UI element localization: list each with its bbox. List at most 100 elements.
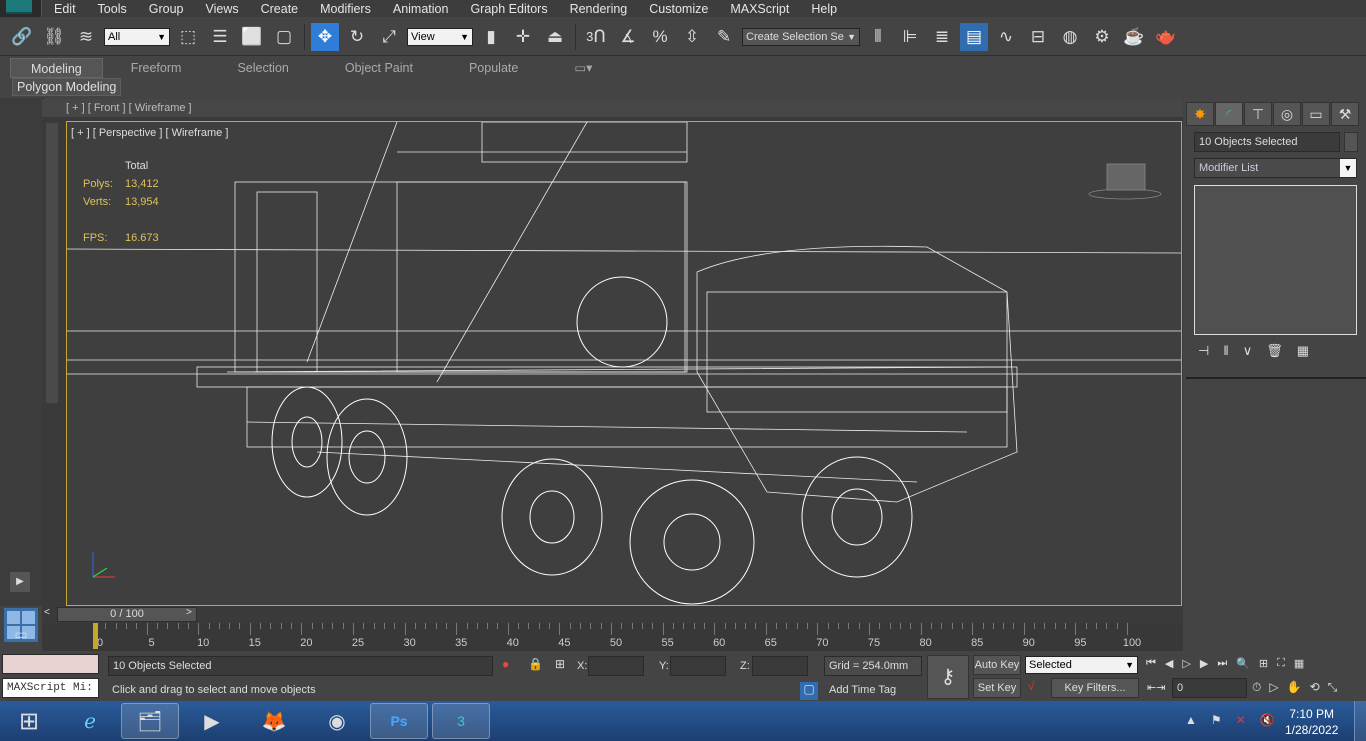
menu-create[interactable]: Create: [250, 2, 310, 16]
percent-snap-icon[interactable]: %: [646, 23, 674, 51]
add-time-tag[interactable]: Add Time Tag: [829, 684, 896, 696]
track-bar[interactable]: 0 5 10 15 20 25 30 35 40 45 50 55 60 65 70 75 80 85 90 95 10…: [42, 623, 1183, 651]
angle-snap-icon[interactable]: ∡: [614, 23, 642, 51]
menu-modifiers[interactable]: Modifiers: [309, 2, 382, 16]
time-slider[interactable]: 0 / 100: [57, 607, 197, 622]
object-name-field[interactable]: 10 Objects Selected: [1194, 132, 1340, 152]
named-selection-dropdown[interactable]: Create Selection Se ▼: [742, 27, 860, 46]
scene-explorer-icon[interactable]: ▤: [960, 22, 988, 51]
configure-modifier-sets-icon[interactable]: ▦: [1297, 343, 1309, 359]
menu-group[interactable]: Group: [138, 2, 195, 16]
volume-muted-icon[interactable]: 🔇: [1260, 713, 1275, 727]
photoshop-icon[interactable]: Ps: [370, 703, 428, 739]
file-explorer-icon[interactable]: 🗂: [121, 703, 179, 739]
absolute-mode-icon[interactable]: ⊞: [555, 657, 565, 671]
key-mode-dropdown[interactable]: Selected ▼: [1025, 656, 1138, 674]
menu-graph-editors[interactable]: Graph Editors: [459, 2, 558, 16]
make-unique-icon[interactable]: ∨: [1243, 343, 1253, 359]
auto-key-button[interactable]: Auto Key: [973, 655, 1021, 675]
maxscript-listener-pink[interactable]: [2, 654, 99, 674]
mirror-icon[interactable]: ⫴: [864, 23, 892, 51]
link-icon[interactable]: 🔗: [8, 23, 36, 51]
tab-selection[interactable]: Selection: [209, 58, 316, 78]
edit-named-selection-icon[interactable]: ✎: [710, 23, 738, 51]
menu-animation[interactable]: Animation: [382, 2, 460, 16]
go-to-end-icon[interactable]: ⏭: [1217, 657, 1227, 670]
key-filters-button[interactable]: Key Filters...: [1051, 678, 1139, 698]
menu-views[interactable]: Views: [194, 2, 249, 16]
menu-help[interactable]: Help: [800, 2, 848, 16]
y-field[interactable]: [670, 656, 726, 676]
set-key-button[interactable]: Set Key: [973, 678, 1021, 698]
chrome-icon[interactable]: ◉: [308, 703, 366, 739]
network-icon[interactable]: ✕: [1236, 713, 1246, 727]
maximize-viewport-icon[interactable]: ⤡: [1328, 680, 1338, 695]
menu-customize[interactable]: Customize: [638, 2, 719, 16]
select-and-move-icon[interactable]: ✥: [311, 22, 339, 51]
modifier-list-dropdown[interactable]: Modifier List ▼: [1194, 158, 1357, 178]
tab-populate[interactable]: Populate: [441, 58, 546, 78]
curve-editor-icon[interactable]: ∿: [992, 23, 1020, 51]
utilities-tab-icon[interactable]: ⚒: [1331, 102, 1359, 126]
object-color-swatch[interactable]: [1344, 132, 1358, 152]
pan-view-icon[interactable]: ✋: [1287, 680, 1302, 695]
align-icon[interactable]: ⊫: [896, 23, 924, 51]
perspective-viewport-label[interactable]: [ + ] [ Perspective ] [ Wireframe ]: [71, 127, 228, 139]
tab-object-paint[interactable]: Object Paint: [317, 58, 441, 78]
material-editor-icon[interactable]: ◍: [1056, 23, 1084, 51]
front-viewport[interactable]: [ + ] [ Front ] [ Wireframe ]: [42, 99, 1182, 117]
menu-tools[interactable]: Tools: [87, 2, 138, 16]
unlink-icon[interactable]: ⛓: [40, 23, 68, 51]
select-manipulate-icon[interactable]: ✛: [509, 23, 537, 51]
hierarchy-tab-icon[interactable]: ⊤: [1244, 102, 1272, 126]
app-logo[interactable]: [0, 0, 42, 17]
time-prev-icon[interactable]: <: [44, 607, 50, 618]
start-button-icon[interactable]: ⊞: [2, 703, 56, 739]
media-player-icon[interactable]: ▶: [183, 703, 241, 739]
zoom-extents-all-icon[interactable]: ▦: [1294, 657, 1304, 670]
show-desktop-button[interactable]: [1354, 701, 1366, 741]
show-end-result-icon[interactable]: ‖: [1223, 343, 1228, 359]
time-tag-icon[interactable]: ▢: [800, 682, 818, 700]
viewport-scrollbar[interactable]: [46, 123, 58, 403]
3ds-max-icon[interactable]: 3: [432, 703, 490, 739]
zoom-icon[interactable]: 🔍: [1236, 657, 1250, 670]
x-field[interactable]: [588, 656, 644, 676]
polygon-modeling-panel[interactable]: Polygon Modeling: [12, 78, 122, 96]
internet-explorer-icon[interactable]: ℯ: [61, 703, 119, 739]
go-to-start-icon[interactable]: ⏮: [1146, 657, 1156, 670]
bind-space-warp-icon[interactable]: ≋: [72, 23, 100, 51]
create-tab-icon[interactable]: ✸: [1186, 102, 1214, 126]
modify-tab-icon[interactable]: ◜: [1215, 102, 1243, 126]
motion-tab-icon[interactable]: ◎: [1273, 102, 1301, 126]
spinner-snap-icon[interactable]: ⇳: [678, 23, 706, 51]
mini-curve-editor-icon[interactable]: ▭: [4, 626, 38, 648]
pin-stack-icon[interactable]: ⊣: [1198, 343, 1209, 359]
front-viewport-label[interactable]: [ + ] [ Front ] [ Wireframe ]: [66, 102, 192, 114]
snaps-toggle-icon[interactable]: 3ᑎ: [582, 23, 610, 51]
select-by-name-icon[interactable]: ☰: [206, 23, 234, 51]
current-frame-marker[interactable]: [93, 623, 98, 649]
current-frame-field[interactable]: 0: [1172, 678, 1247, 698]
action-center-flag-icon[interactable]: ⚑: [1211, 713, 1222, 727]
clock[interactable]: 7:10 PM 1/28/2022: [1285, 706, 1338, 738]
show-hidden-icons-icon[interactable]: ▲: [1185, 713, 1197, 727]
default-tangent-icon[interactable]: √: [1028, 679, 1035, 693]
reference-coordinate-dropdown[interactable]: View ▼: [407, 27, 473, 46]
play-icon[interactable]: ▷: [1182, 657, 1190, 670]
select-and-scale-icon[interactable]: ⤢: [375, 23, 403, 51]
field-of-view-icon[interactable]: ▷: [1269, 680, 1278, 695]
time-next-icon[interactable]: >: [186, 607, 192, 618]
next-frame-icon[interactable]: ▶: [1200, 657, 1208, 670]
render-setup-icon[interactable]: ⚙: [1088, 23, 1116, 51]
perspective-viewport[interactable]: [ + ] [ Perspective ] [ Wireframe ] Tota…: [66, 121, 1182, 606]
rectangular-selection-icon[interactable]: ⬜: [238, 23, 266, 51]
display-tab-icon[interactable]: ▭: [1302, 102, 1330, 126]
render-production-icon[interactable]: 🫖: [1152, 23, 1180, 51]
menu-edit[interactable]: Edit: [42, 2, 87, 16]
window-crossing-icon[interactable]: ▢: [270, 23, 298, 51]
selection-lock-icon[interactable]: 🔒: [528, 657, 543, 671]
tab-freeform[interactable]: Freeform: [103, 58, 210, 78]
schematic-view-icon[interactable]: ⊟: [1024, 23, 1052, 51]
z-field[interactable]: [752, 656, 808, 676]
